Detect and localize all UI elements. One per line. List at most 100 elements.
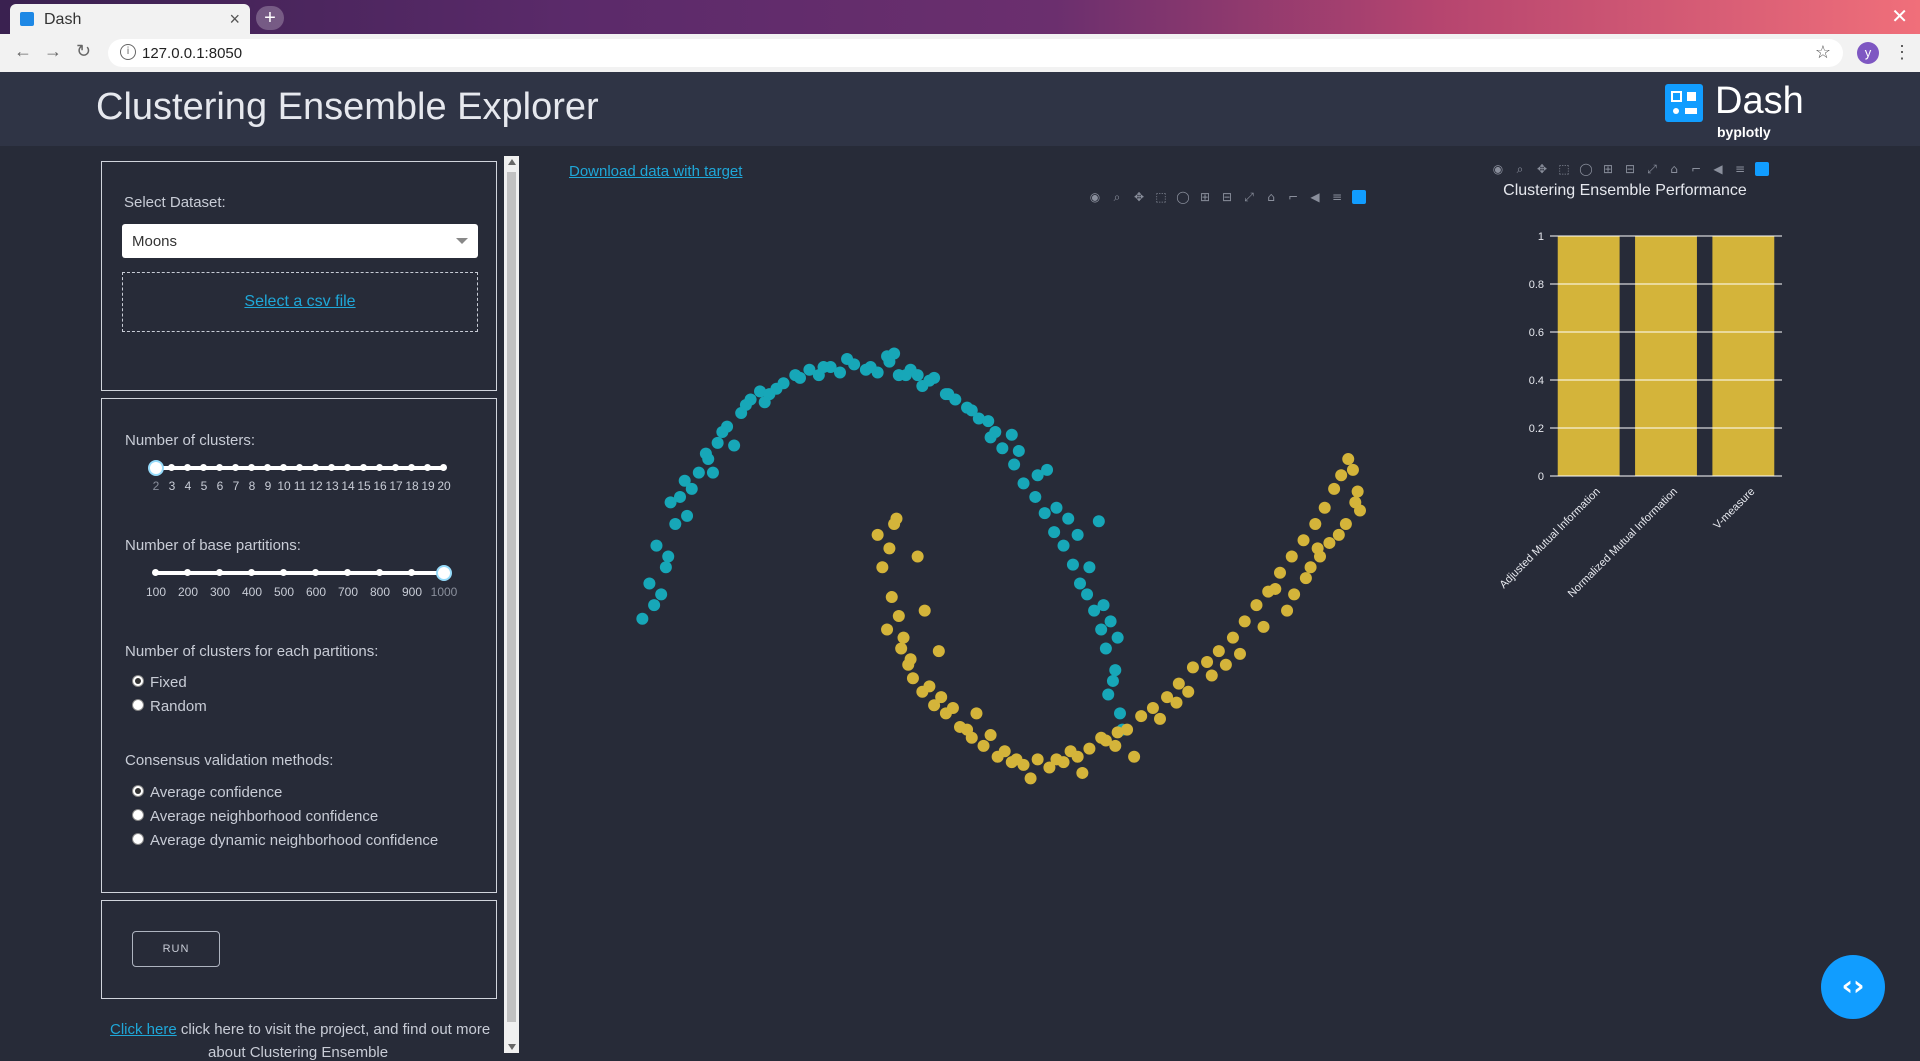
scatter-point[interactable] bbox=[1041, 463, 1054, 476]
reset-axes-icon[interactable]: ⌂ bbox=[1667, 162, 1681, 176]
scatter-point[interactable] bbox=[1135, 710, 1148, 723]
bookmark-star-icon[interactable]: ☆ bbox=[1815, 42, 1831, 63]
scroll-down-icon[interactable] bbox=[508, 1044, 516, 1050]
scatter-point[interactable] bbox=[923, 680, 936, 693]
scatter-point[interactable] bbox=[864, 361, 877, 374]
scatter-point[interactable] bbox=[1008, 458, 1021, 471]
radio-average-neighborhood[interactable]: Average neighborhood confidence bbox=[132, 808, 378, 825]
scatter-point[interactable] bbox=[664, 496, 677, 509]
clusters-slider[interactable] bbox=[148, 460, 447, 476]
scatter-point[interactable] bbox=[1332, 528, 1345, 541]
lasso-icon[interactable]: ◯ bbox=[1579, 162, 1593, 176]
scatter-point[interactable] bbox=[923, 374, 936, 387]
radio-average-dynamic[interactable]: Average dynamic neighborhood confidence bbox=[132, 832, 438, 849]
autoscale-icon[interactable]: ⤢ bbox=[1242, 190, 1256, 204]
scatter-point[interactable] bbox=[1234, 647, 1246, 660]
scatter-point[interactable] bbox=[1012, 444, 1025, 457]
scatter-point[interactable] bbox=[1170, 696, 1183, 709]
scatter-point[interactable] bbox=[1154, 712, 1166, 725]
browser-tab[interactable]: Dash × bbox=[10, 4, 250, 34]
scrollbar-thumb[interactable] bbox=[507, 172, 516, 1022]
zoom-out-icon[interactable]: ⊟ bbox=[1220, 190, 1234, 204]
bar[interactable] bbox=[1712, 236, 1775, 476]
scatter-point[interactable] bbox=[699, 447, 712, 460]
scatter-point[interactable] bbox=[1269, 582, 1282, 595]
scatter-point[interactable] bbox=[1182, 685, 1195, 698]
chevron-down-icon[interactable] bbox=[456, 238, 468, 244]
dataset-dropdown[interactable]: Moons bbox=[122, 224, 478, 258]
scatter-point[interactable] bbox=[1029, 490, 1042, 503]
scatter-point[interactable] bbox=[1031, 753, 1044, 766]
bar[interactable] bbox=[1557, 236, 1620, 476]
scatter-point[interactable] bbox=[899, 369, 912, 382]
scatter-point[interactable] bbox=[984, 729, 997, 742]
scatter-point[interactable] bbox=[716, 426, 729, 438]
scatter-point[interactable] bbox=[1074, 577, 1086, 590]
scatter-point[interactable] bbox=[1297, 534, 1310, 547]
scatter-point[interactable] bbox=[1050, 501, 1063, 514]
scatter-point[interactable] bbox=[643, 577, 656, 590]
scatter-point[interactable] bbox=[841, 352, 854, 365]
select-csv-link[interactable]: Select a csv file bbox=[244, 293, 355, 311]
spike-lines-icon[interactable]: ⌐ bbox=[1286, 190, 1300, 204]
back-icon[interactable]: ← bbox=[14, 41, 32, 62]
box-select-icon[interactable]: ⬚ bbox=[1557, 162, 1571, 176]
scatter-point[interactable] bbox=[1106, 674, 1119, 687]
scatter-point[interactable] bbox=[1111, 631, 1124, 644]
scatter-plot[interactable] bbox=[600, 340, 1400, 800]
radio-circle[interactable] bbox=[132, 785, 144, 797]
scatter-point[interactable] bbox=[1097, 599, 1110, 612]
scatter-point[interactable] bbox=[871, 528, 884, 541]
scatter-point[interactable] bbox=[1038, 507, 1051, 520]
scatter-point[interactable] bbox=[1351, 485, 1364, 498]
scatter-point[interactable] bbox=[706, 466, 719, 479]
scatter-point[interactable] bbox=[989, 426, 1002, 438]
scatter-point[interactable] bbox=[1309, 518, 1322, 530]
slider-handle[interactable] bbox=[148, 460, 164, 476]
scatter-point[interactable] bbox=[1257, 620, 1270, 633]
plotly-logo-icon[interactable] bbox=[1755, 162, 1769, 176]
scatter-point[interactable] bbox=[888, 347, 901, 360]
scatter-point[interactable] bbox=[1062, 512, 1075, 525]
scatter-point[interactable] bbox=[885, 591, 898, 604]
radio-circle[interactable] bbox=[132, 809, 144, 821]
radio-fixed[interactable]: Fixed bbox=[132, 674, 187, 691]
scatter-point[interactable] bbox=[1076, 766, 1089, 779]
scatter-point[interactable] bbox=[1288, 588, 1301, 601]
scatter-point[interactable] bbox=[662, 550, 675, 563]
scatter-point[interactable] bbox=[883, 542, 896, 555]
site-info-icon[interactable]: i bbox=[120, 44, 136, 60]
radio-random[interactable]: Random bbox=[132, 698, 207, 715]
scatter-point[interactable] bbox=[817, 361, 830, 374]
scatter-point[interactable] bbox=[1219, 658, 1232, 671]
scatter-point[interactable] bbox=[1104, 615, 1117, 628]
scatter-point[interactable] bbox=[1201, 656, 1214, 668]
scatter-point[interactable] bbox=[728, 439, 741, 452]
code-toggle-button[interactable]: ‹› bbox=[1821, 955, 1885, 1019]
scatter-point[interactable] bbox=[1335, 469, 1348, 482]
scatter-point[interactable] bbox=[935, 691, 948, 704]
scatter-point[interactable] bbox=[996, 442, 1009, 455]
scatter-point[interactable] bbox=[1318, 501, 1331, 514]
scatter-point[interactable] bbox=[1081, 588, 1094, 601]
scatter-point[interactable] bbox=[1323, 536, 1336, 549]
scatter-point[interactable] bbox=[1205, 669, 1218, 682]
scatter-point[interactable] bbox=[650, 539, 663, 552]
scatter-point[interactable] bbox=[1109, 664, 1122, 677]
scatter-point[interactable] bbox=[758, 396, 771, 409]
zoom-icon[interactable]: ⌕ bbox=[1513, 162, 1527, 176]
scatter-point[interactable] bbox=[1146, 702, 1159, 714]
hover-compare-icon[interactable]: ≡ bbox=[1330, 190, 1344, 204]
scatter-point[interactable] bbox=[692, 466, 705, 479]
hover-closest-icon[interactable]: ◀ bbox=[1711, 162, 1725, 176]
scatter-point[interactable] bbox=[1048, 526, 1061, 539]
scatter-point[interactable] bbox=[946, 702, 959, 714]
pan-icon[interactable]: ✥ bbox=[1535, 162, 1549, 176]
scatter-point[interactable] bbox=[1212, 645, 1225, 658]
zoom-icon[interactable]: ⌕ bbox=[1110, 190, 1124, 204]
scatter-point[interactable] bbox=[1349, 496, 1362, 509]
scatter-point[interactable] bbox=[1299, 572, 1312, 585]
scatter-point[interactable] bbox=[834, 366, 846, 379]
forward-icon[interactable]: → bbox=[44, 41, 62, 62]
scatter-point[interactable] bbox=[1017, 477, 1030, 490]
